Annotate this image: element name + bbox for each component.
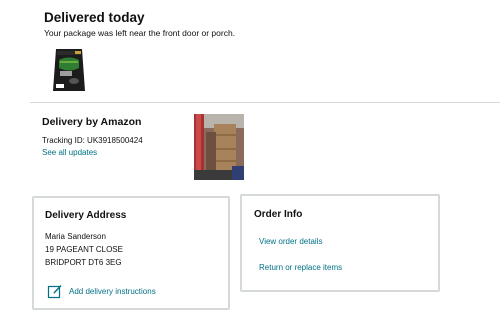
address-name: Maria Sanderson (45, 232, 106, 241)
section-divider (30, 102, 500, 103)
address-city: BRIDPORT DT6 3EG (45, 258, 122, 267)
order-info-title: Order Info (254, 209, 303, 220)
delivery-photo-image (194, 114, 244, 180)
product-image[interactable] (50, 46, 88, 94)
delivery-proof-photo[interactable] (194, 114, 244, 180)
delivery-address-title: Delivery Address (45, 210, 127, 221)
delivery-address-card: Delivery Address Maria Sanderson 19 PAGE… (32, 196, 230, 310)
carrier-title: Delivery by Amazon (42, 116, 142, 128)
status-title: Delivered today (44, 10, 145, 25)
add-delivery-instructions-label: Add delivery instructions (69, 286, 156, 296)
tracking-id: Tracking ID: UK3918500424 (42, 136, 143, 145)
status-subtitle: Your package was left near the front doo… (44, 28, 236, 38)
view-order-details-link[interactable]: View order details (259, 237, 322, 246)
see-all-updates-link[interactable]: See all updates (42, 148, 97, 157)
order-info-card: Order Info View order details Return or … (240, 194, 440, 292)
address-street: 19 PAGEANT CLOSE (45, 245, 123, 254)
add-delivery-instructions-button[interactable]: Add delivery instructions (47, 283, 156, 299)
edit-note-icon (47, 285, 62, 299)
pet-food-bag-icon (53, 49, 85, 91)
return-replace-items-link[interactable]: Return or replace items (259, 263, 342, 272)
